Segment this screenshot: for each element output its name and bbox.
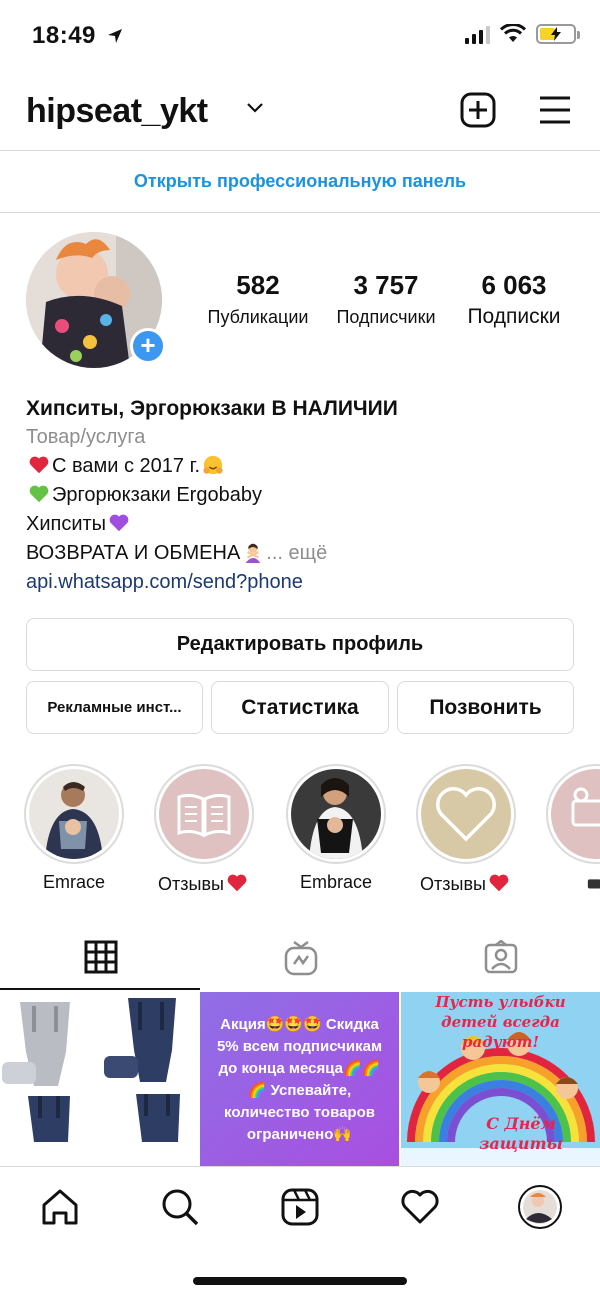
purple-heart-icon	[109, 514, 129, 532]
activity-heart-icon[interactable]	[400, 1187, 440, 1227]
highlight-label-row: Отзывы	[414, 872, 518, 895]
red-heart-icon	[227, 874, 247, 892]
status-time: 18:49	[32, 22, 123, 50]
profile-header: hipseat_ykt	[0, 80, 600, 150]
highlight-label	[546, 872, 600, 895]
following-count[interactable]: 6 063 Подписки	[456, 270, 572, 329]
status-icons	[465, 24, 580, 44]
insights-button[interactable]: Статистика	[211, 681, 389, 734]
stat-value: 582	[236, 270, 280, 300]
panel-divider	[0, 212, 600, 213]
tab-tagged[interactable]	[400, 930, 600, 990]
active-tab-indicator	[0, 988, 200, 990]
red-heart-icon	[489, 874, 509, 892]
professional-dashboard-link[interactable]: Открыть профессиональную панель	[0, 150, 600, 212]
followers-count[interactable]: 3 757 Подписчики	[326, 270, 446, 328]
story-highlight[interactable]	[546, 764, 600, 895]
status-bar: 18:49	[0, 0, 600, 72]
reels-icon[interactable]	[280, 1187, 320, 1227]
stat-label: Подписчики	[336, 307, 436, 327]
clock: 18:49	[32, 22, 96, 49]
bio-text: ВОЗВРАТА И ОБМЕНА	[26, 542, 241, 564]
battery-icon	[536, 24, 580, 44]
promotions-button[interactable]: Рекламные инст...	[26, 681, 203, 734]
highlight-label-row: Отзывы	[152, 872, 256, 895]
chevron-down-icon[interactable]	[246, 102, 264, 114]
edit-profile-button[interactable]: Редактировать профиль	[26, 618, 574, 671]
bio-text: С вами с 2017 г.	[52, 455, 201, 477]
story-highlight[interactable]: Отзывы	[414, 764, 518, 895]
home-indicator[interactable]	[193, 1277, 407, 1285]
grid-icon	[84, 940, 118, 974]
profile-bio: Хипситы, Эргорюкзаки В НАЛИЧИИ Товар/усл…	[26, 394, 576, 597]
camera-icon	[571, 787, 600, 827]
stat-label: Подписки	[467, 305, 561, 328]
posts-grid: Акция🤩🤩🤩 Скидка 5% всем подписчикам до к…	[0, 992, 600, 1166]
add-post-icon[interactable]	[460, 92, 496, 128]
search-icon[interactable]	[160, 1187, 200, 1227]
highlight-cover-photo	[29, 769, 119, 859]
bio-line: Эргорюкзаки Ergobaby	[26, 481, 576, 510]
heart-outline-icon	[436, 787, 496, 842]
highlight-cover-photo	[291, 769, 381, 859]
bio-more-link[interactable]: ... ещё	[266, 542, 327, 564]
display-name: Хипситы, Эргорюкзаки В НАЛИЧИИ	[26, 397, 398, 420]
post-title-text: Пусть улыбки детей всегда радуют!	[435, 993, 566, 1051]
story-highlight[interactable]: Emrace	[22, 764, 126, 893]
story-highlight[interactable]: Embrace	[284, 764, 388, 893]
tagged-icon	[484, 940, 518, 974]
bio-text: Хипситы	[26, 513, 107, 535]
post-thumbnail[interactable]: Акция🤩🤩🤩 Скидка 5% всем подписчикам до к…	[200, 992, 399, 1166]
movie-camera-icon	[587, 879, 600, 889]
profile-tabs	[0, 930, 600, 990]
bio-line: Хипситы	[26, 510, 576, 539]
post-thumbnail[interactable]: Пусть улыбки детей всегда радуют! С Днём…	[401, 992, 600, 1166]
add-story-button[interactable]: +	[130, 328, 166, 364]
location-arrow-icon	[108, 29, 123, 43]
hamburger-menu-icon[interactable]	[538, 94, 572, 126]
green-heart-icon	[29, 485, 49, 503]
post-subtitle-text: С Днём защиты	[479, 1114, 563, 1153]
tab-grid[interactable]	[0, 930, 200, 990]
carrier-product-photo	[0, 992, 199, 1166]
post-thumbnail[interactable]	[0, 992, 199, 1166]
call-button[interactable]: Позвонить	[397, 681, 574, 734]
promo-post-text: Акция🤩🤩🤩 Скидка 5% всем подписчикам до к…	[216, 1016, 383, 1143]
stat-label: Публикации	[207, 307, 309, 327]
bio-line: С вами с 2017 г.	[26, 452, 576, 481]
home-icon[interactable]	[40, 1187, 80, 1227]
tab-igtv[interactable]	[200, 930, 400, 990]
igtv-icon	[284, 940, 318, 976]
open-book-icon	[177, 793, 231, 838]
bio-website-link[interactable]: api.whatsapp.com/send?phone	[26, 568, 576, 597]
profile-category: Товар/услуга	[26, 426, 146, 448]
hugging-face-icon	[203, 455, 223, 475]
highlight-label: Emrace	[42, 872, 105, 892]
cellular-signal-icon	[465, 24, 490, 44]
story-highlight[interactable]: Отзывы	[152, 764, 256, 895]
wifi-icon	[500, 24, 526, 42]
profile-avatar-icon[interactable]	[518, 1185, 562, 1229]
posts-count[interactable]: 582 Публикации	[198, 270, 318, 328]
stat-value: 6 063	[481, 270, 547, 300]
username[interactable]: hipseat_ykt	[26, 92, 208, 131]
highlight-label: Embrace	[299, 872, 373, 892]
red-heart-icon	[29, 456, 49, 474]
highlight-label: Отзывы	[158, 874, 224, 894]
person-gesturing-no-icon	[245, 543, 261, 563]
stat-value: 3 757	[353, 270, 419, 300]
bio-line: ВОЗВРАТА И ОБМЕНА ... ещё	[26, 539, 576, 568]
bio-text: Эргорюкзаки Ergobaby	[52, 484, 262, 506]
highlight-label: Отзывы	[420, 874, 486, 894]
